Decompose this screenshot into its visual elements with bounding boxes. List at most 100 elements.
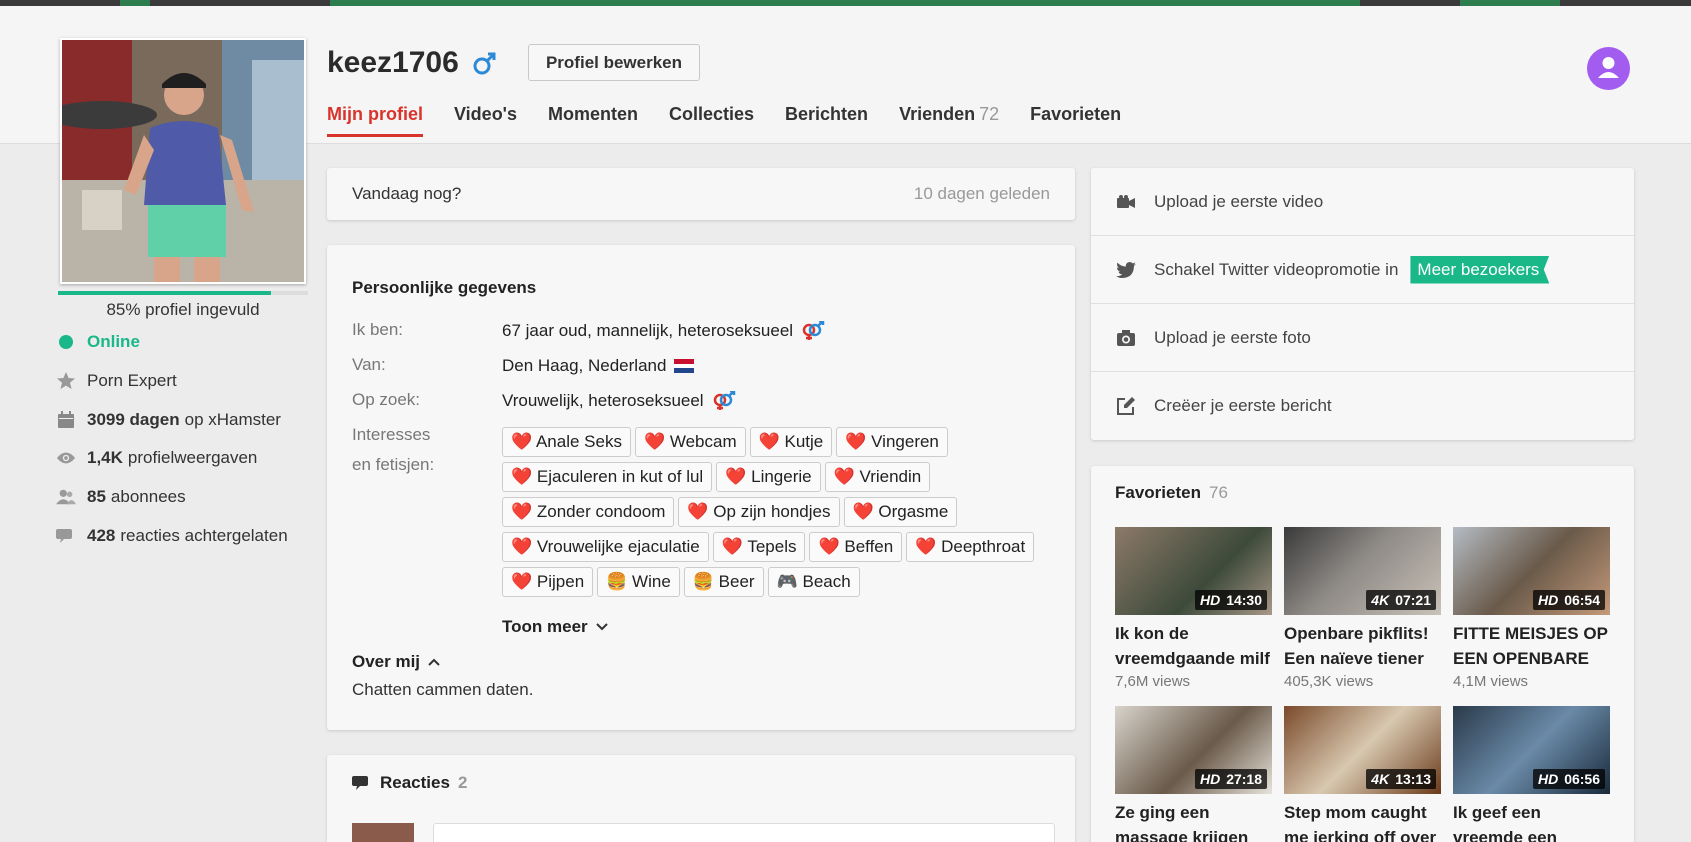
edit-icon bbox=[1116, 397, 1136, 415]
video-duration: 14:30 bbox=[1226, 592, 1262, 608]
reactions-value: 428 bbox=[87, 526, 116, 545]
video-card[interactable]: 4K 13:13 Step mom caught me jerking off o… bbox=[1284, 706, 1441, 842]
video-quality: HD bbox=[1537, 771, 1559, 787]
video-badge: 4K 13:13 bbox=[1366, 769, 1436, 789]
interest-tag[interactable]: ❤️ Beffen bbox=[809, 532, 903, 562]
seek-value: Vrouwelijk, heteroseksueel bbox=[502, 391, 704, 410]
interests-label: Interesses en fetisjen: bbox=[352, 420, 434, 480]
tab-label: Collecties bbox=[668, 104, 755, 124]
heterosexual-icon bbox=[713, 391, 735, 410]
video-card[interactable]: 4K 07:21 Openbare pikflits! Een naïeve ti… bbox=[1284, 527, 1441, 690]
video-thumbnail[interactable]: 4K 07:21 bbox=[1284, 527, 1441, 615]
chevron-up-icon bbox=[428, 658, 440, 666]
interest-tag[interactable]: ❤️ Kutje bbox=[749, 427, 833, 457]
tab-favorieten[interactable]: Favorieten bbox=[1030, 104, 1121, 137]
interest-tag[interactable]: ❤️ Zonder condoom bbox=[502, 497, 675, 527]
video-card[interactable]: HD 27:18 Ze ging een massage krijgen bbox=[1115, 706, 1272, 842]
video-badge: HD 14:30 bbox=[1194, 590, 1267, 610]
comment-input[interactable] bbox=[433, 823, 1055, 842]
video-title[interactable]: Ik geef een vreemde een bbox=[1453, 800, 1610, 842]
interest-tag[interactable]: 🍔 Beer bbox=[683, 567, 764, 597]
calendar-icon bbox=[56, 410, 76, 430]
video-card[interactable]: HD 06:56 Ik geef een vreemde een bbox=[1453, 706, 1610, 842]
about-text: Chatten cammen daten. bbox=[352, 680, 534, 699]
video-card[interactable]: HD 06:54 FITTE MEISJES OP EEN OPENBARE 4,… bbox=[1453, 527, 1610, 690]
reactions-header: Reacties 2 bbox=[352, 773, 467, 793]
video-title[interactable]: Openbare pikflits! Een naïeve tiener bbox=[1284, 621, 1441, 671]
interests-label-line: Interesses bbox=[352, 425, 431, 444]
interest-tag[interactable]: ❤️ Vriendin bbox=[824, 462, 931, 492]
video-thumbnail[interactable]: HD 27:18 bbox=[1115, 706, 1272, 794]
show-more-button[interactable]: Toon meer bbox=[502, 617, 608, 637]
twitter-promo-action[interactable]: Schakel Twitter videopromotie in Meer be… bbox=[1091, 236, 1634, 304]
interest-tag[interactable]: 🎮 Beach bbox=[767, 567, 860, 597]
interest-tag[interactable]: ❤️ Ejaculeren in kut of lul bbox=[502, 462, 713, 492]
stat-expert: Porn Expert bbox=[56, 371, 177, 391]
video-thumbnail[interactable]: HD 14:30 bbox=[1115, 527, 1272, 615]
show-more-label: Toon meer bbox=[502, 617, 588, 636]
interest-tag[interactable]: 🍔 Wine bbox=[597, 567, 680, 597]
twitter-icon bbox=[1116, 261, 1136, 278]
video-thumbnail[interactable]: HD 06:56 bbox=[1453, 706, 1610, 794]
personal-info-title: Persoonlijke gegevens bbox=[352, 278, 537, 297]
interest-tag[interactable]: ❤️ Orgasme bbox=[843, 497, 958, 527]
create-post-action[interactable]: Creëer je eerste bericht bbox=[1091, 372, 1634, 440]
interest-tag[interactable]: ❤️ Lingerie bbox=[716, 462, 821, 492]
views-label: profielweergaven bbox=[127, 448, 258, 467]
iam-row: 67 jaar oud, mannelijk, heteroseksueel bbox=[502, 321, 825, 341]
action-label: Upload je eerste foto bbox=[1154, 327, 1311, 347]
tab-label: Mijn profiel bbox=[327, 104, 423, 124]
video-title[interactable]: Step mom caught me jerking off over bbox=[1284, 800, 1441, 842]
actions-card: Upload je eerste video Schakel Twitter v… bbox=[1091, 168, 1634, 440]
profile-progress-bar bbox=[58, 291, 308, 295]
interest-tag[interactable]: ❤️ Anale Seks bbox=[502, 427, 631, 457]
status-text[interactable]: Vandaag nog? bbox=[352, 184, 461, 204]
expert-label[interactable]: Porn Expert bbox=[87, 371, 177, 391]
interest-tag[interactable]: ❤️ Vrouwelijke ejaculatie bbox=[502, 532, 709, 562]
video-quality: 4K bbox=[1371, 771, 1390, 787]
stat-views: 1,4K profielweergaven bbox=[56, 448, 257, 468]
profile-photo[interactable] bbox=[60, 38, 306, 284]
seek-row: Vrouwelijk, heteroseksueel bbox=[502, 391, 736, 411]
favorites-header[interactable]: Favorieten 76 bbox=[1115, 483, 1228, 503]
video-title[interactable]: Ik kon de vreemdgaande milf bbox=[1115, 621, 1272, 671]
video-thumbnail[interactable]: 4K 13:13 bbox=[1284, 706, 1441, 794]
tab-berichten[interactable]: Berichten bbox=[785, 104, 868, 137]
favorites-title: Favorieten bbox=[1115, 483, 1201, 502]
edit-profile-button[interactable]: Profiel bewerken bbox=[528, 44, 700, 81]
star-icon bbox=[56, 371, 76, 391]
upload-photo-action[interactable]: Upload je eerste foto bbox=[1091, 304, 1634, 372]
commenter-avatar[interactable] bbox=[352, 823, 414, 842]
action-label: Upload je eerste video bbox=[1154, 191, 1324, 211]
video-title[interactable]: Ze ging een massage krijgen bbox=[1115, 800, 1272, 842]
heterosexual-icon bbox=[802, 321, 825, 340]
video-card[interactable]: HD 14:30 Ik kon de vreemdgaande milf 7,6M… bbox=[1115, 527, 1272, 690]
tab-mijn-profiel[interactable]: Mijn profiel bbox=[327, 104, 423, 137]
interest-tag[interactable]: ❤️ Webcam bbox=[634, 427, 746, 457]
video-title[interactable]: FITTE MEISJES OP EEN OPENBARE bbox=[1453, 621, 1610, 671]
tab-momenten[interactable]: Momenten bbox=[548, 104, 638, 137]
interest-tag[interactable]: ❤️ Op zijn hondjes bbox=[678, 497, 840, 527]
tab-vrienden[interactable]: Vrienden 72 bbox=[899, 104, 999, 137]
interest-tag[interactable]: ❤️ Deepthroat bbox=[906, 532, 1035, 562]
user-menu-avatar[interactable] bbox=[1587, 47, 1630, 90]
status-card: Vandaag nog? 10 dagen geleden bbox=[327, 168, 1075, 220]
upload-video-action[interactable]: Upload je eerste video bbox=[1091, 168, 1634, 236]
tab-label: Momenten bbox=[547, 104, 638, 124]
video-badge: 4K 07:21 bbox=[1366, 590, 1436, 610]
male-gender-icon bbox=[473, 52, 496, 75]
tab-videos[interactable]: Video's bbox=[454, 104, 517, 137]
status-time: 10 dagen geleden bbox=[913, 184, 1050, 203]
profile-tabs: Mijn profiel Video's Momenten Collecties… bbox=[327, 104, 1152, 137]
tab-label: Vrienden bbox=[899, 104, 976, 124]
interest-tag[interactable]: ❤️ Tepels bbox=[712, 532, 806, 562]
about-title: Over mij bbox=[352, 652, 421, 671]
comments-icon bbox=[56, 526, 76, 546]
video-thumbnail[interactable]: HD 06:54 bbox=[1453, 527, 1610, 615]
reactions-card: Reacties 2 bbox=[327, 755, 1075, 842]
interest-tag[interactable]: ❤️ Vingeren bbox=[836, 427, 948, 457]
video-duration: 27:18 bbox=[1226, 771, 1262, 787]
about-toggle[interactable]: Over mij bbox=[352, 652, 440, 672]
tab-collecties[interactable]: Collecties bbox=[669, 104, 754, 137]
interest-tag[interactable]: ❤️ Pijpen bbox=[502, 567, 594, 597]
